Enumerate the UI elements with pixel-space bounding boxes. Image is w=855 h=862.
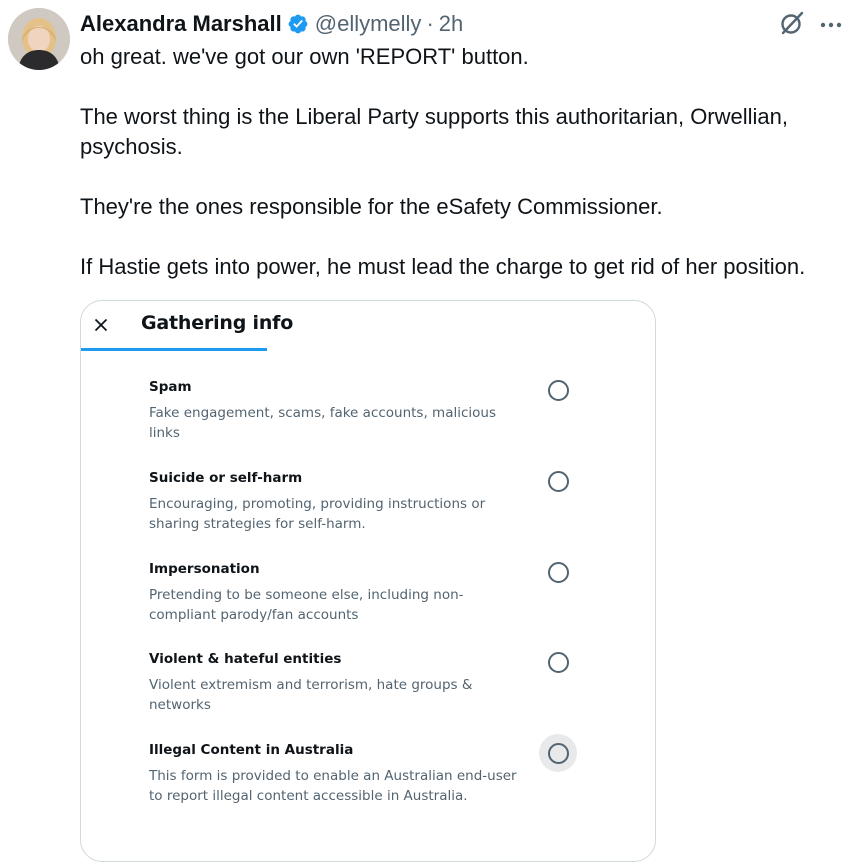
radio-circle-icon <box>547 561 569 583</box>
radio-circle-icon <box>547 651 569 673</box>
tweet-paragraph: If Hastie gets into power, he must lead … <box>80 254 806 279</box>
report-dialog-screenshot: Gathering info Spam Fake engagement, sca… <box>80 300 656 862</box>
tweet-header: Alexandra Marshall @ellymelly · 2h <box>80 8 463 40</box>
tweet-text: oh great. we've got our own 'REPORT' but… <box>80 42 840 282</box>
progress-underline <box>81 348 267 351</box>
tweet-paragraph: The worst thing is the Liberal Party sup… <box>80 104 788 159</box>
verified-badge-icon <box>287 13 309 35</box>
report-option-violent-hateful[interactable]: Violent & hateful entities Violent extre… <box>81 651 655 741</box>
option-description: Violent extremism and terrorism, hate gr… <box>149 677 473 713</box>
tweet-paragraph: oh great. we've got our own 'REPORT' but… <box>80 44 529 69</box>
radio-button[interactable] <box>539 643 577 681</box>
avatar[interactable] <box>8 8 70 70</box>
radio-button[interactable] <box>539 553 577 591</box>
tweet-paragraph: They're the ones responsible for the eSa… <box>80 194 663 219</box>
dialog-title: Gathering info <box>141 312 294 334</box>
option-title: Spam <box>149 379 192 395</box>
option-description: This form is provided to enable an Austr… <box>149 768 517 804</box>
report-option-impersonation[interactable]: Impersonation Pretending to be someone e… <box>81 561 655 651</box>
more-icon[interactable] <box>819 17 843 35</box>
radio-button[interactable] <box>539 462 577 500</box>
author-name[interactable]: Alexandra Marshall <box>80 11 282 37</box>
dialog-header: Gathering info <box>81 301 655 351</box>
radio-circle-icon <box>547 379 569 401</box>
report-option-spam[interactable]: Spam Fake engagement, scams, fake accoun… <box>81 379 655 469</box>
radio-circle-icon <box>547 470 569 492</box>
option-description: Encouraging, promoting, providing instru… <box>149 496 486 532</box>
radio-button[interactable] <box>539 734 577 772</box>
close-button[interactable] <box>87 311 115 339</box>
option-title: Impersonation <box>149 561 260 577</box>
option-title: Violent & hateful entities <box>149 651 342 667</box>
radio-button[interactable] <box>539 371 577 409</box>
author-handle[interactable]: @ellymelly <box>315 11 422 37</box>
option-description: Pretending to be someone else, including… <box>149 587 464 623</box>
report-option-suicide-self-harm[interactable]: Suicide or self-harm Encouraging, promot… <box>81 470 655 560</box>
option-title: Suicide or self-harm <box>149 470 303 486</box>
radio-circle-icon <box>547 742 569 764</box>
grok-icon[interactable] <box>779 10 805 41</box>
close-icon <box>94 318 108 332</box>
report-option-illegal-content-australia[interactable]: Illegal Content in Australia This form i… <box>81 734 655 832</box>
post-time[interactable]: 2h <box>439 11 463 37</box>
option-title: Illegal Content in Australia <box>149 742 354 758</box>
tweet-actions <box>779 10 843 41</box>
option-description: Fake engagement, scams, fake accounts, m… <box>149 405 496 441</box>
separator-dot: · <box>426 11 434 36</box>
avatar-image <box>8 8 70 70</box>
